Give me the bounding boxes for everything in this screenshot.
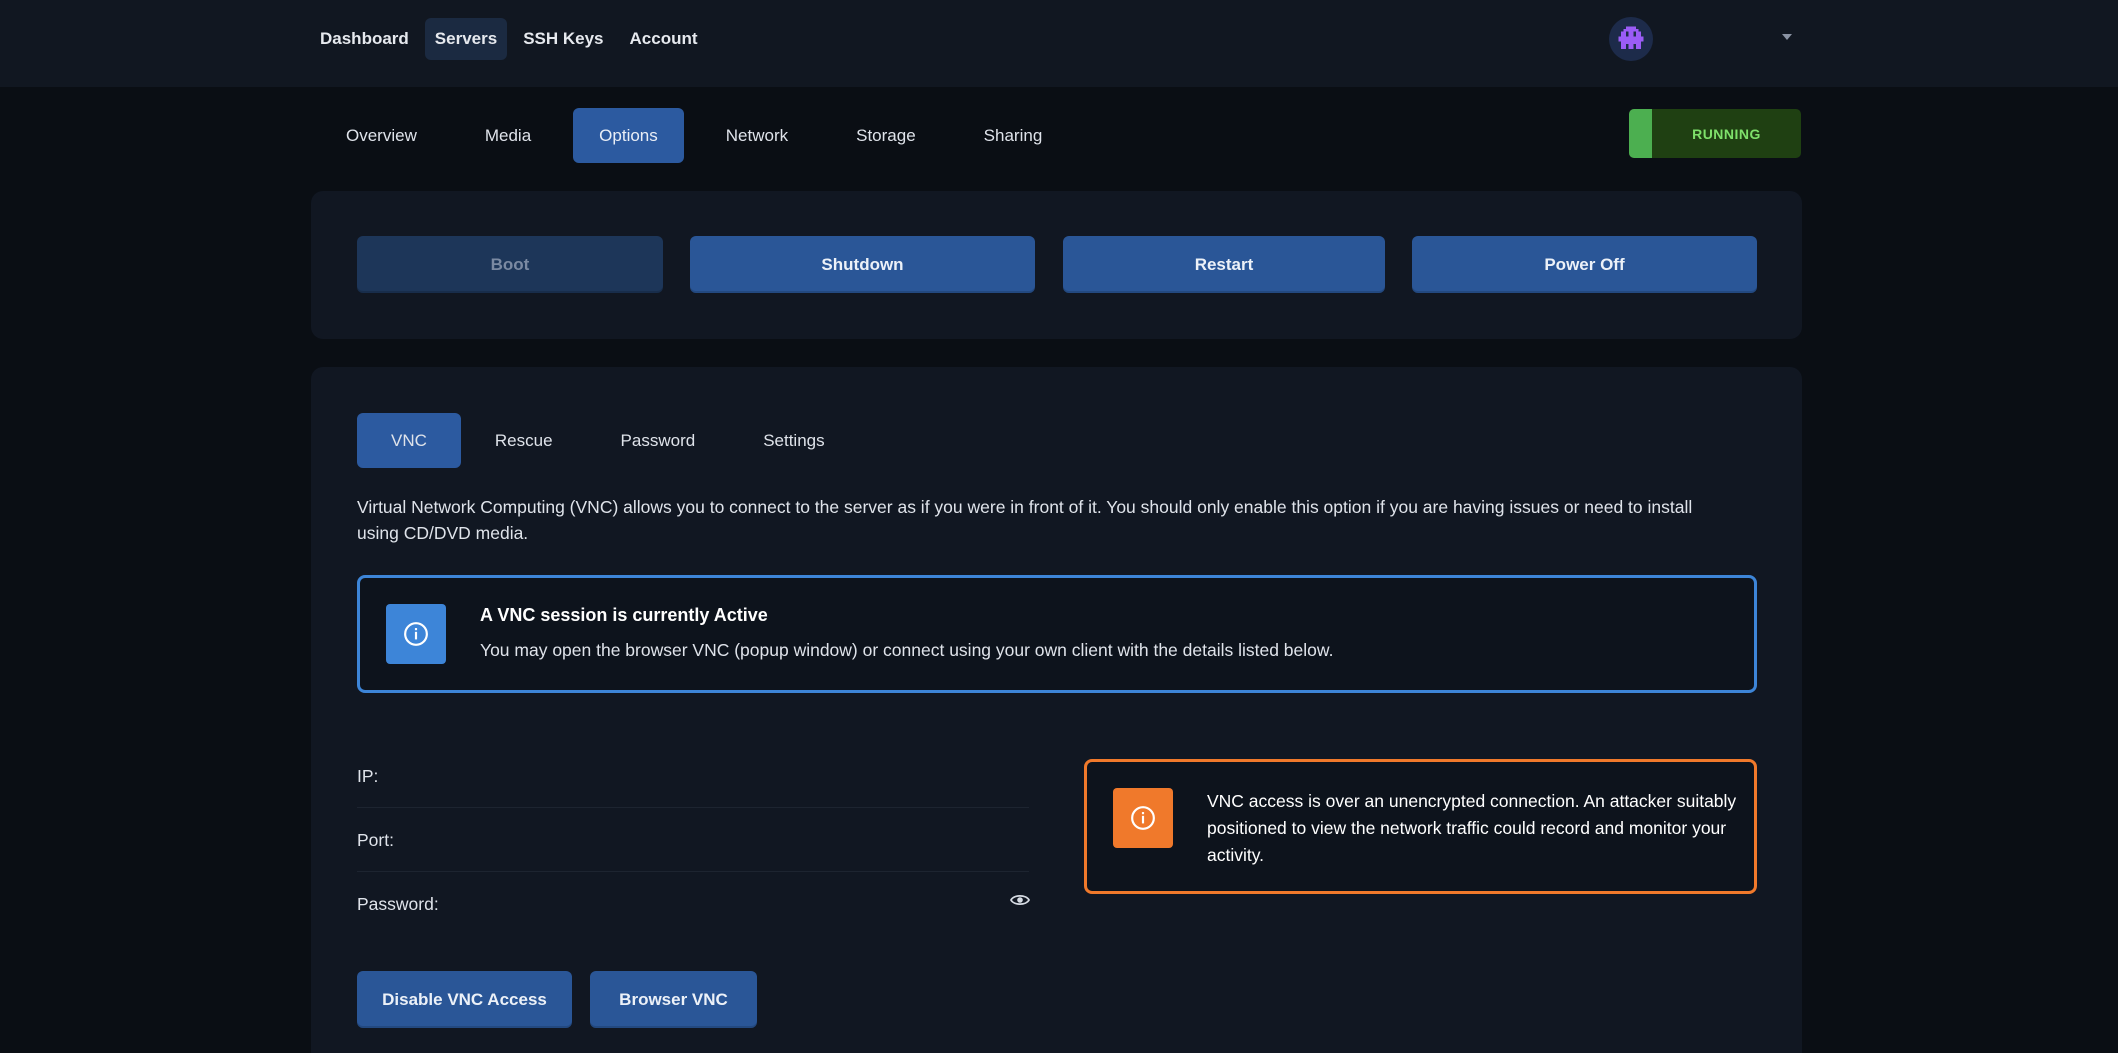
options-card [311,367,1802,1053]
tab-network[interactable]: Network [700,108,814,163]
tab-media[interactable]: Media [459,108,557,163]
status-indicator [1629,109,1652,158]
option-tabs: VNC Rescue Password Settings [357,413,859,468]
server-tabs: Overview Media Options Network Storage S… [320,108,1084,163]
vnc-security-warning: VNC access is over an unencrypted connec… [1084,759,1757,894]
nav-account[interactable]: Account [620,18,708,60]
port-label: Port: [357,830,394,850]
password-field: Password: [357,872,1029,936]
main-nav: Dashboard Servers SSH Keys Account [310,18,708,60]
nav-servers[interactable]: Servers [424,18,508,60]
password-label: Password: [357,894,439,914]
restart-button[interactable]: Restart [1063,236,1385,293]
port-field: Port: [357,808,1029,872]
tab-overview[interactable]: Overview [320,108,443,163]
ip-field: IP: [357,744,1029,808]
alert-body: You may open the browser VNC (popup wind… [480,640,1334,660]
warning-icon-box [1113,788,1173,848]
vnc-description: Virtual Network Computing (VNC) allows y… [357,497,1693,543]
alert-title: A VNC session is currently Active [480,605,768,625]
nav-dashboard[interactable]: Dashboard [310,18,419,60]
browser-vnc-button[interactable]: Browser VNC [590,971,757,1028]
tab-options[interactable]: Options [573,108,684,163]
vnc-active-alert: A VNC session is currently Active You ma… [357,575,1757,693]
avatar[interactable] [1609,17,1653,61]
toggle-password-visibility[interactable] [1009,893,1031,907]
caret-down-icon [1782,34,1792,40]
status-label: RUNNING [1692,125,1761,142]
tab-storage[interactable]: Storage [830,108,942,163]
tab-settings[interactable]: Settings [729,413,858,468]
warning-body: VNC access is over an unencrypted connec… [1207,791,1737,865]
ip-label: IP: [357,766,379,786]
avatar-invader-icon [1618,26,1644,49]
alert-icon-box [386,604,446,664]
power-off-button[interactable]: Power Off [1412,236,1757,293]
tab-sharing[interactable]: Sharing [958,108,1069,163]
tab-password[interactable]: Password [587,413,730,468]
info-icon [1131,806,1155,830]
tab-vnc[interactable]: VNC [357,413,461,468]
account-menu-caret[interactable] [1780,30,1794,44]
status-badge: RUNNING [1629,109,1801,158]
boot-button[interactable]: Boot [357,236,663,293]
eye-icon [1009,894,1031,906]
top-navbar: Dashboard Servers SSH Keys Account [0,0,2118,87]
info-icon [404,622,428,646]
disable-vnc-button[interactable]: Disable VNC Access [357,971,572,1028]
shutdown-button[interactable]: Shutdown [690,236,1035,293]
tab-rescue[interactable]: Rescue [461,413,587,468]
nav-ssh-keys[interactable]: SSH Keys [513,18,613,60]
